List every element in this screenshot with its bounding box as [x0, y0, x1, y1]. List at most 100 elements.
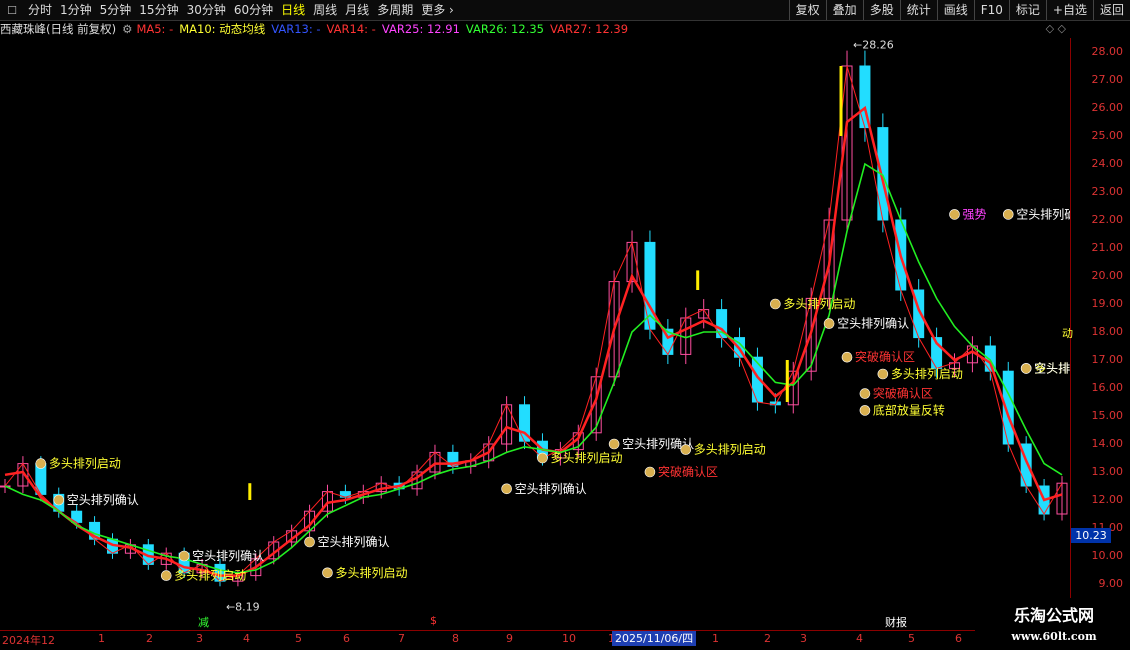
- price-tick: 28.00: [1091, 45, 1124, 58]
- tool-button-2[interactable]: 多股: [862, 0, 900, 20]
- date-tick: 3: [196, 632, 203, 645]
- current-price-tag: 10.23: [1071, 528, 1111, 543]
- signal-annotation: 空头排列确认: [1016, 207, 1070, 221]
- watermark-url: www.60lt.com: [1011, 630, 1097, 643]
- signal-annotation: 多头排列启动: [783, 297, 855, 311]
- date-tick: 6: [343, 632, 350, 645]
- money-bag-icon: [1020, 363, 1032, 374]
- var25-value: VAR25: 12.91: [381, 22, 460, 36]
- signal-annotation: 多头排列启动: [550, 451, 622, 465]
- price-tick: 22.00: [1091, 213, 1124, 226]
- money-bag-icon: [178, 550, 190, 562]
- price-tick: 19.00: [1091, 297, 1124, 310]
- ma-line-1: [4, 105, 1063, 577]
- period-tab-3[interactable]: 15分钟: [135, 0, 182, 20]
- menu-square-icon[interactable]: ☐: [4, 2, 20, 18]
- event-marker[interactable]: 减: [198, 614, 209, 630]
- event-marker[interactable]: 财报: [885, 614, 907, 630]
- signal-annotation: 空头排列确认: [67, 493, 139, 507]
- period-tab-1[interactable]: 1分钟: [56, 0, 96, 20]
- date-tick: 2: [146, 632, 153, 645]
- period-tab-6[interactable]: 日线: [277, 0, 309, 20]
- tool-button-0[interactable]: 复权: [788, 0, 826, 20]
- date-tick: 8: [452, 632, 459, 645]
- var26-value: VAR26: 12.35: [465, 22, 544, 36]
- date-tick: 4: [856, 632, 863, 645]
- date-tick: 6: [955, 632, 962, 645]
- money-bag-icon: [859, 388, 871, 399]
- period-tab-8[interactable]: 月线: [341, 0, 373, 20]
- var27-value: VAR27: 12.39: [549, 22, 629, 36]
- diamond-icons[interactable]: ◇ ◇: [1046, 22, 1066, 35]
- money-bag-icon: [680, 444, 692, 455]
- price-tick: 14.00: [1091, 437, 1124, 450]
- money-bag-icon: [949, 209, 960, 220]
- price-tick: 21.00: [1091, 241, 1124, 254]
- date-tick: 5: [908, 632, 915, 645]
- period-tab-5[interactable]: 60分钟: [230, 0, 277, 20]
- signal-annotation: 多头排列启动: [49, 457, 121, 471]
- money-bag-icon: [501, 483, 512, 495]
- signal-annotation: 多头排列启动: [174, 569, 246, 583]
- date-tick: 10: [562, 632, 576, 645]
- tool-button-6[interactable]: 标记: [1008, 0, 1046, 20]
- money-bag-icon: [304, 536, 315, 548]
- signal-annotation: 空头排列确认: [837, 317, 909, 331]
- signal-annotation: 底部放量反转: [873, 402, 945, 417]
- selected-date: 2025/11/06/四: [612, 631, 697, 646]
- period-tab-4[interactable]: 30分钟: [183, 0, 230, 20]
- signal-annotation: 空头排列确认: [192, 549, 264, 563]
- date-tick: 5: [295, 632, 302, 645]
- ma5-value: MA5: -: [136, 22, 174, 36]
- price-tick: 16.00: [1091, 381, 1124, 394]
- money-bag-icon: [877, 368, 889, 380]
- money-bag-icon: [608, 438, 620, 450]
- date-tick: 2: [764, 632, 771, 645]
- event-marker[interactable]: $: [430, 614, 437, 627]
- money-bag-icon: [53, 494, 65, 506]
- signal-annotation: 空头排列确认: [515, 482, 587, 496]
- money-bag-icon: [537, 452, 548, 464]
- period-tab-0[interactable]: 分时: [24, 0, 56, 20]
- date-tick: 7: [398, 632, 405, 645]
- money-bag-icon: [1002, 209, 1014, 220]
- price-tick: 26.00: [1091, 101, 1124, 114]
- signal-annotation: 空头排列确认: [318, 535, 390, 549]
- date-tick: 9: [506, 632, 513, 645]
- money-bag-icon: [841, 351, 853, 363]
- tool-button-7[interactable]: +自选: [1045, 0, 1093, 20]
- gear-icon[interactable]: ⚙: [122, 22, 132, 36]
- watermark-name: 乐淘公式网: [1013, 606, 1094, 625]
- money-bag-icon: [35, 458, 47, 469]
- money-bag-icon: [823, 318, 835, 329]
- kline-chart[interactable]: 多头排列启动空头排列确认多头排列启动空头排列确认多头排列启动空头排列确认多头排列…: [0, 38, 1070, 628]
- period-tab-9[interactable]: 多周期: [373, 0, 417, 20]
- high-price-label: ←28.26: [853, 39, 894, 52]
- stock-title: 西藏珠峰(日线 前复权): [0, 22, 117, 36]
- tool-button-5[interactable]: F10: [973, 0, 1009, 20]
- period-tabs: 分时 1分钟 5分钟 15分钟 30分钟 60分钟 日线 周线 月线 多周期 更多 ›: [24, 0, 458, 20]
- money-bag-icon: [770, 298, 781, 310]
- tool-button-3[interactable]: 统计: [899, 0, 937, 20]
- period-tab-2[interactable]: 5分钟: [96, 0, 136, 20]
- signal-annotation: 多头排列启动: [335, 566, 407, 580]
- tool-button-1[interactable]: 叠加: [825, 0, 863, 20]
- period-tab-10[interactable]: 更多 ›: [417, 0, 458, 20]
- tool-button-8[interactable]: 返回: [1092, 0, 1130, 20]
- watermark-logo: 乐淘公式网 www.60lt.com: [978, 604, 1130, 650]
- date-axis: 2024年121234567891011121234562025/11/06/四: [0, 630, 975, 649]
- tool-buttons: 复权 叠加 多股 统计 画线 F10 标记 +自选 返回: [788, 0, 1130, 20]
- signal-annotation: 突破确认区: [658, 464, 718, 479]
- price-tick: 15.00: [1091, 409, 1124, 422]
- signal-annotation: 多头排列启动: [694, 443, 766, 457]
- price-tick: 9.00: [1098, 577, 1124, 590]
- date-tick: 3: [800, 632, 807, 645]
- price-tick: 12.00: [1091, 493, 1124, 506]
- indicator-legend: 西藏珠峰(日线 前复权) ⚙ MA5: - MA10: 动态均线 VAR13: …: [0, 20, 1070, 38]
- tool-button-4[interactable]: 画线: [936, 0, 974, 20]
- price-tick: 10.00: [1091, 549, 1124, 562]
- date-tick: 1: [712, 632, 719, 645]
- var13-value: VAR13: -: [271, 22, 321, 36]
- period-tab-7[interactable]: 周线: [309, 0, 341, 20]
- ma10-value: MA10: 动态均线: [179, 22, 266, 36]
